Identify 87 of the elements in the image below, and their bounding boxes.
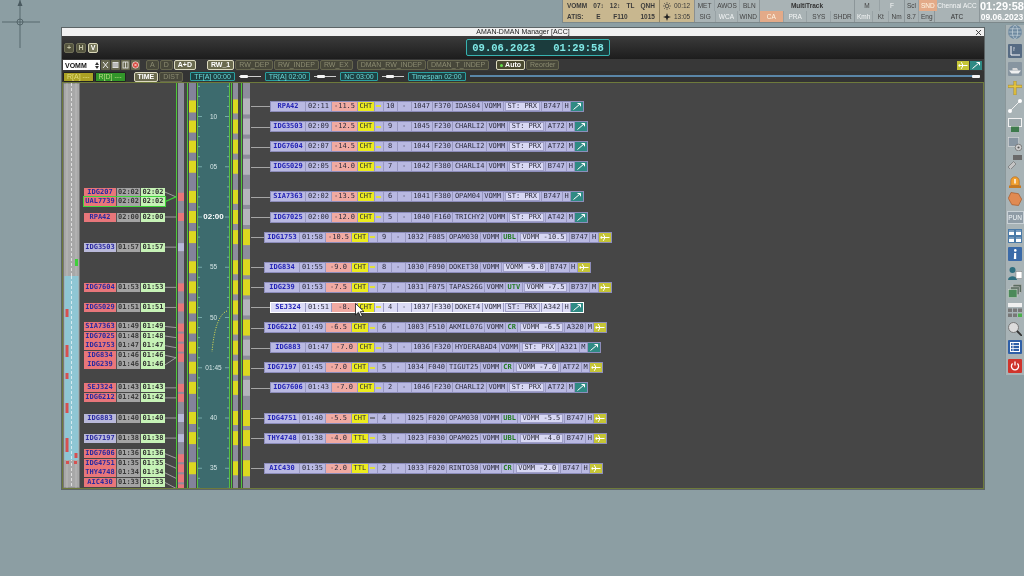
keypad-icon[interactable]	[1008, 302, 1022, 317]
slider-handle[interactable]	[972, 75, 980, 78]
monitor-icon[interactable]	[1008, 117, 1022, 132]
leader-line	[251, 196, 270, 198]
diagonal-arrow-icon	[575, 212, 588, 222]
slider-handle[interactable]	[316, 75, 325, 78]
leader-line	[251, 267, 264, 269]
slider-track[interactable]	[381, 74, 404, 79]
stop-icon[interactable]	[131, 60, 140, 70]
diagonal-arrow-icon	[575, 383, 588, 393]
leader-line	[165, 472, 176, 479]
leader-line	[165, 387, 176, 389]
leader-line	[165, 307, 176, 308]
axis-icon[interactable]	[1008, 43, 1022, 58]
diagonal-arrow-icon[interactable]	[970, 60, 982, 70]
window-tiles-icon[interactable]	[1008, 228, 1022, 243]
diagonal-arrow-icon	[588, 343, 600, 353]
diagonal-arrow-icon	[571, 101, 584, 111]
list-icon[interactable]	[1008, 340, 1022, 355]
leader-line	[165, 216, 176, 218]
plane-icon	[594, 413, 607, 423]
leader-line	[165, 286, 176, 288]
leader-line	[251, 146, 270, 148]
crossed-lines-icon[interactable]	[101, 60, 110, 70]
close-icon[interactable]	[976, 29, 981, 35]
leader-line	[251, 327, 264, 329]
sun-icon	[662, 1, 671, 10]
power-icon[interactable]	[1008, 358, 1022, 373]
leader-line	[165, 453, 176, 459]
layers-icon[interactable]	[1008, 284, 1022, 299]
leader-line	[165, 326, 176, 328]
leader-line	[251, 217, 270, 218]
leader-line	[165, 417, 176, 419]
star-icon	[662, 12, 671, 21]
table-icon[interactable]	[111, 60, 120, 70]
info-icon[interactable]	[1008, 247, 1022, 262]
diagonal-arrow-icon	[575, 162, 588, 172]
date-text: 09.06.2023	[472, 41, 536, 54]
leader-line	[251, 287, 264, 289]
diagonal-arrow-icon	[575, 122, 588, 132]
leader-line	[165, 246, 176, 248]
leader-line	[251, 387, 270, 389]
slider-track[interactable]	[238, 74, 261, 79]
leader-line	[251, 126, 270, 128]
plane-icon	[598, 232, 611, 242]
plane-icon	[590, 463, 603, 473]
leader-line	[251, 347, 270, 349]
leader-line	[165, 345, 176, 349]
search-icon[interactable]	[1008, 321, 1022, 336]
leader-line	[165, 482, 176, 488]
diagonal-arrow-icon	[575, 142, 588, 152]
plane-icon[interactable]	[957, 60, 969, 70]
leader-line	[165, 462, 176, 469]
leader-line	[251, 307, 270, 309]
leader-line	[251, 106, 270, 108]
slider-handle[interactable]	[385, 75, 394, 78]
slider-handle[interactable]	[240, 75, 249, 78]
leader-line	[251, 438, 264, 440]
clock-date: 09.06.2023	[980, 12, 1024, 22]
clock-time: 01:29:58	[979, 0, 1024, 12]
time-text: 01:29:58	[553, 41, 604, 54]
person-icon[interactable]	[1008, 265, 1022, 280]
diagonal-arrow-icon	[571, 192, 584, 202]
boat-icon[interactable]	[1008, 62, 1022, 77]
status-dot-icon	[500, 63, 504, 67]
leader-line	[165, 335, 176, 338]
leader-line	[251, 468, 264, 470]
plane-icon	[598, 282, 611, 292]
alarm-light-icon[interactable]	[1008, 173, 1022, 188]
leader-line	[165, 437, 176, 439]
slider-track[interactable]	[469, 74, 980, 79]
time-label: 02:00	[202, 212, 225, 222]
trend-curve	[211, 310, 228, 353]
leader-line	[251, 367, 264, 369]
leader-line	[251, 237, 264, 239]
leader-line	[251, 418, 264, 419]
compass-icon	[0, 0, 40, 48]
leader-line	[251, 166, 270, 168]
diagonal-arrow-icon	[571, 302, 584, 312]
plane-icon	[594, 323, 607, 333]
pen-icon[interactable]	[1008, 155, 1022, 170]
leader-line	[165, 397, 176, 399]
plane-icon	[577, 262, 590, 272]
plane-icon	[590, 363, 603, 373]
slider-track[interactable]	[314, 74, 337, 79]
columns-icon[interactable]	[121, 60, 130, 70]
plane-icon	[594, 433, 607, 443]
